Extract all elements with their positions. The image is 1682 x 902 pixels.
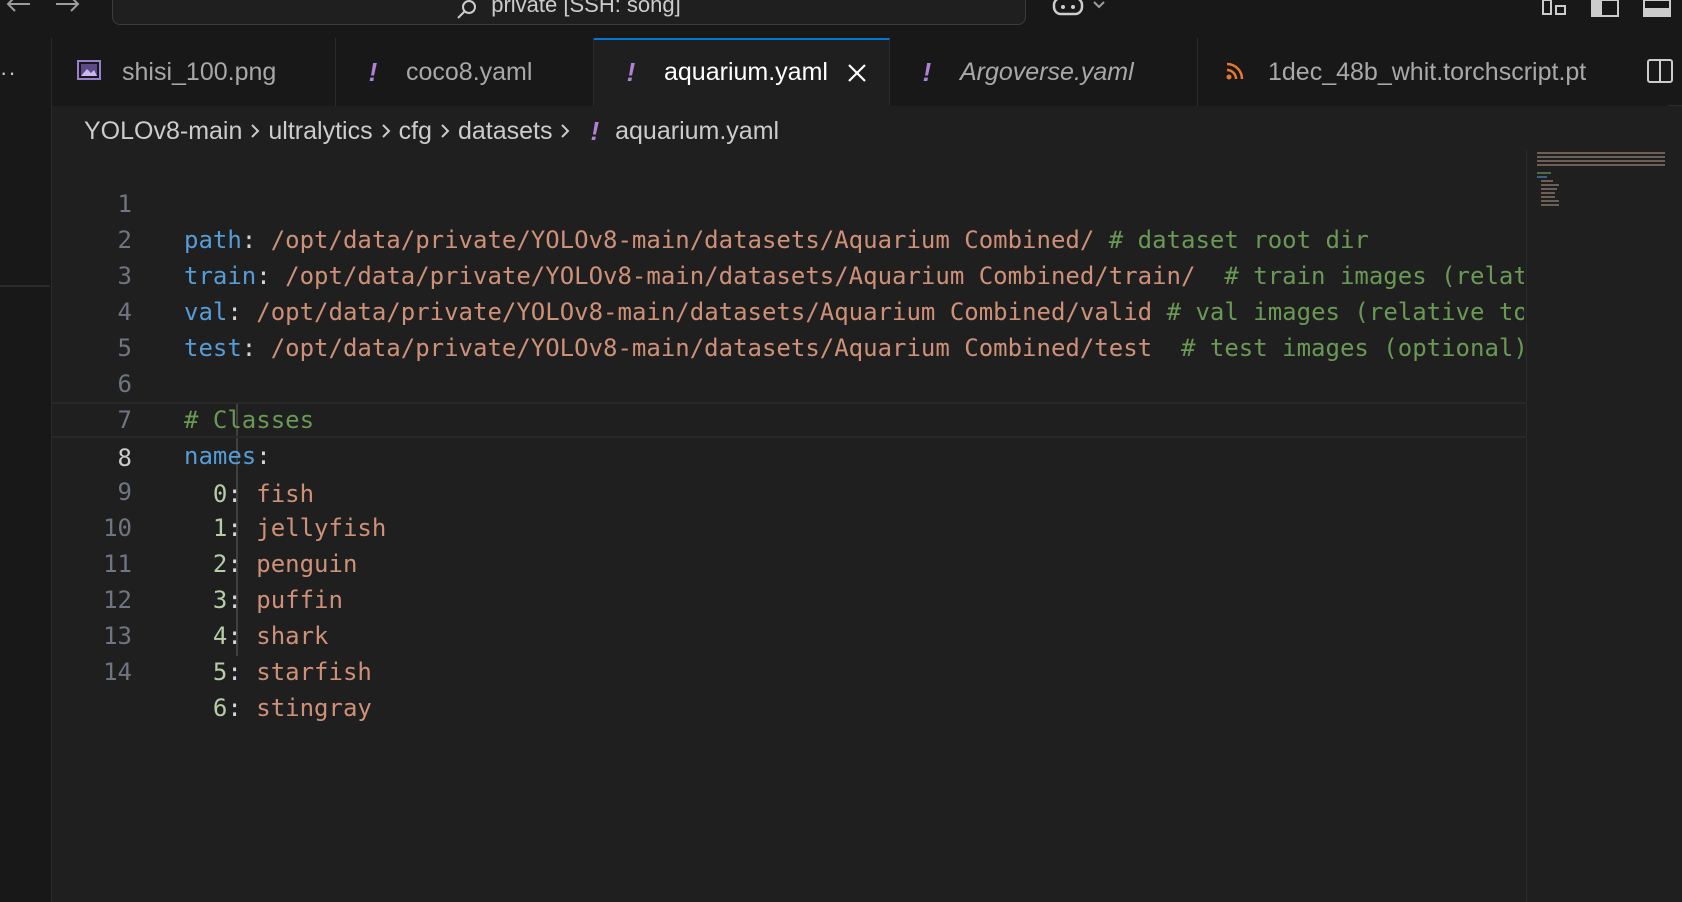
- code-line-current[interactable]: 8 0: fish: [52, 402, 1526, 508]
- tab-label: shisi_100.png: [122, 57, 277, 86]
- more-actions-icon[interactable]: ··: [0, 60, 17, 86]
- code-line[interactable]: 9 1: jellyfish: [52, 438, 1526, 542]
- code-line[interactable]: 5: [52, 294, 1526, 362]
- breadcrumb-item[interactable]: aquarium.yaml: [615, 117, 779, 146]
- search-icon: [457, 0, 477, 19]
- minimap-line: [1541, 184, 1559, 186]
- copilot-icon[interactable]: [1050, 0, 1110, 18]
- tab-label: aquarium.yaml: [664, 58, 828, 86]
- tab-label: Argoverse.yaml: [960, 57, 1134, 86]
- minimap[interactable]: [1526, 150, 1682, 902]
- code-line[interactable]: 7 names:: [52, 366, 1526, 470]
- minimap-line: [1541, 196, 1555, 198]
- command-center-search[interactable]: private [SSH: song]: [112, 0, 1026, 25]
- chevron-right-icon: [251, 124, 260, 138]
- image-file-icon: [76, 57, 102, 88]
- code-line[interactable]: 2 train: /opt/data/private/YOLOv8-main/d…: [52, 186, 1526, 290]
- minimap-line: [1537, 160, 1665, 162]
- breadcrumb-item[interactable]: cfg: [399, 117, 432, 146]
- rss-file-icon: [1222, 57, 1248, 88]
- close-icon[interactable]: [846, 62, 868, 84]
- yaml-file-icon: !: [922, 56, 932, 87]
- back-arrow-icon[interactable]: [4, 0, 34, 22]
- minimap-line: [1537, 176, 1547, 178]
- minimap-line: [1541, 204, 1559, 206]
- chevron-right-icon: [441, 124, 450, 138]
- class-name: stingray: [241, 694, 372, 722]
- tab-argoverse-yaml[interactable]: ! Argoverse.yaml: [890, 38, 1198, 106]
- tab-label: coco8.yaml: [406, 57, 533, 86]
- minimap-line: [1537, 172, 1551, 174]
- code-line[interactable]: 12 4: shark: [52, 546, 1526, 650]
- chevron-right-icon: [561, 124, 570, 138]
- activity-divider: [0, 285, 50, 287]
- tab-coco8-yaml[interactable]: ! coco8.yaml: [336, 38, 594, 106]
- tab-label: 1dec_48b_whit.torchscript.pt: [1268, 57, 1587, 86]
- minimap-line: [1541, 200, 1559, 202]
- minimap-line: [1537, 152, 1665, 154]
- tab-shisi-png[interactable]: shisi_100.png: [52, 38, 336, 106]
- minimap-line: [1541, 180, 1553, 182]
- class-index: 6: [212, 694, 228, 722]
- code-line[interactable]: 6 # Classes: [52, 330, 1526, 434]
- tab-torchscript-pt[interactable]: 1dec_48b_whit.torchscript.pt: [1198, 38, 1668, 106]
- yaml-file-icon: !: [626, 57, 636, 87]
- toggle-panel-icon[interactable]: [1642, 0, 1672, 18]
- breadcrumb-item[interactable]: ultralytics: [268, 117, 372, 146]
- yaml-file-icon: !: [368, 56, 378, 87]
- class-name: starfish: [241, 658, 372, 686]
- class-index: 5: [212, 658, 228, 686]
- title-bar: private [SSH: song]: [0, 0, 1682, 38]
- toggle-sidebar-icon[interactable]: [1590, 0, 1620, 18]
- tab-aquarium-yaml[interactable]: ! aquarium.yaml: [594, 38, 890, 106]
- forward-arrow-icon[interactable]: [54, 0, 84, 22]
- breadcrumb-item[interactable]: YOLOv8-main: [84, 117, 242, 146]
- code-line[interactable]: 10 2: penguin: [52, 474, 1526, 578]
- code-line[interactable]: 4 test: /opt/data/private/YOLOv8-main/da…: [52, 258, 1526, 362]
- code-editor[interactable]: 1 path: /opt/data/private/YOLOv8-main/da…: [52, 150, 1526, 902]
- yaml-file-icon: !: [590, 115, 600, 146]
- customize-layout-icon[interactable]: [1540, 0, 1570, 18]
- chevron-right-icon: [381, 124, 390, 138]
- minimap-line: [1537, 164, 1665, 166]
- code-line[interactable]: 11 3: puffin: [52, 510, 1526, 614]
- line-number: 14: [103, 658, 132, 686]
- code-line[interactable]: 3 val: /opt/data/private/YOLOv8-main/dat…: [52, 222, 1526, 326]
- code-line[interactable]: 13 5: starfish: [52, 582, 1526, 686]
- breadcrumb: YOLOv8-main ultralytics cfg datasets ! a…: [84, 114, 779, 148]
- minimap-line: [1541, 192, 1555, 194]
- editor-tab-bar: shisi_100.png ! coco8.yaml ! aquarium.ya…: [52, 38, 1682, 106]
- breadcrumb-item[interactable]: datasets: [458, 117, 553, 146]
- minimap-line: [1537, 156, 1665, 158]
- code-line[interactable]: 1 path: /opt/data/private/YOLOv8-main/da…: [52, 150, 1526, 254]
- minimap-line: [1541, 188, 1557, 190]
- activity-bar: ··: [0, 38, 52, 902]
- code-line[interactable]: 14 6: stingray: [52, 618, 1526, 722]
- split-editor-icon[interactable]: [1646, 58, 1674, 84]
- command-center-text: private [SSH: song]: [491, 0, 681, 17]
